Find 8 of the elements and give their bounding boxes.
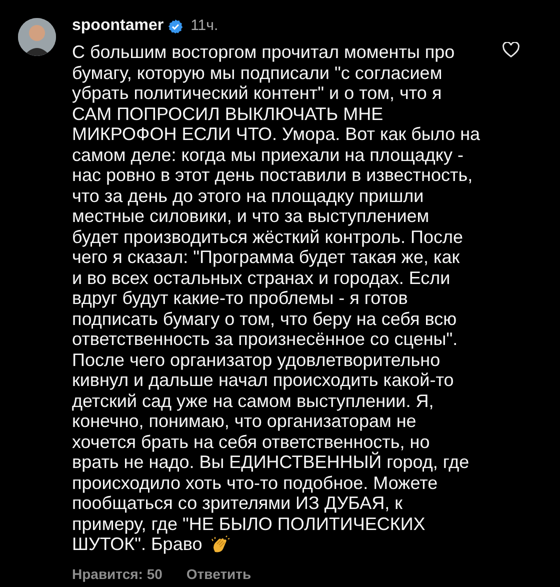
like-heart-icon[interactable] [502,42,520,58]
reply-link[interactable]: Ответить [186,564,252,586]
comment-time: 11ч. [190,16,218,36]
comment-text: С большим восторгом прочитал моменты про бумагу, которую мы подписали "с согласием убрать политический контент" и о том, что я САМ ПОПРОСИЛ ВЫКЛЮЧАТЬ МНЕ МИКРОФОН ЕСЛИ ЧТО. Умора. Вот как было на самом деле: когда мы приехали на площадку - нас ровно в этот день поставили в известность, что за день до этого на площадку пришли местные силовики, и что за выступлением будет производиться жёсткий контроль. После чего я сказал: "Программа будет такая же, как и во всех остальных странах и городах. Если вдруг будут какие-то проблемы - я готов подписать бумагу о том, что беру на себя всю ответственность за произнесённое со сцены". После чего организатор удовлетворительно кивнул и дальше начал происходить какой-то детский сад уже на самом выступлении. Я, конечно, понимаю, что организаторам не хочется брать на себя ответственность, но врать не надо. Вы ЕДИНСТВЕННЫЙ город, где происходило хоть что-то подобное. Можете пообщаться со зрителями ИЗ ДУБАЯ, к примеру, где "НЕ БЫЛО ПОЛИТИЧЕСКИХ [72,42,480,534]
comment-text: ШУТОК". Браво [72,534,202,555]
avatar [18,18,56,56]
like-count: Нравится: 50 [72,565,162,584]
username[interactable]: spoontamer [72,14,164,38]
